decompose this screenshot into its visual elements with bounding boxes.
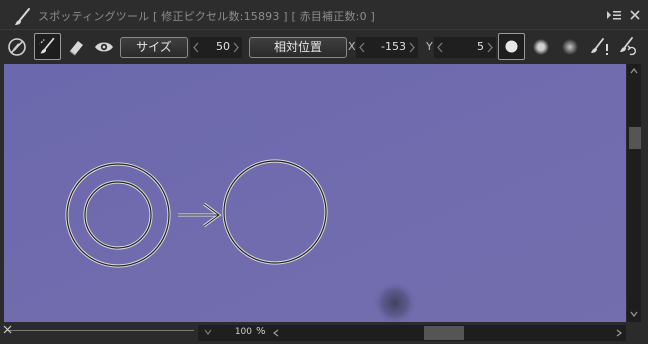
y-increase-icon[interactable] [486, 41, 494, 54]
red-eye-value: 0 [359, 10, 367, 23]
menu-icon[interactable] [606, 8, 622, 22]
horizontal-scroll-thumb[interactable] [424, 326, 464, 340]
x-increase-icon[interactable] [408, 41, 416, 54]
soft-brush-icon[interactable] [558, 35, 582, 59]
close-icon[interactable] [628, 8, 642, 22]
title-bar: スポッティングツール [ 修正ピクセル数:15893 ] [ 赤目補正数:0 ] [0, 0, 648, 30]
size-field[interactable]: 50 [190, 37, 242, 58]
toolbar: サイズ 50 相対位置 X -153 Y 5 [0, 31, 648, 64]
spot-brush-icon[interactable] [34, 33, 61, 60]
window-title: スポッティングツール [ 修正ピクセル数:15893 ] [ 赤目補正数:0 ] [38, 10, 375, 23]
relative-position-button[interactable]: 相対位置 [249, 37, 347, 58]
no-brush-icon[interactable] [5, 35, 29, 59]
warning-brush-icon[interactable] [588, 35, 612, 59]
undo-brush-icon[interactable] [616, 35, 640, 59]
y-field[interactable]: 5 [434, 37, 496, 58]
y-decrease-icon[interactable] [436, 41, 444, 54]
size-increase-icon[interactable] [232, 41, 240, 54]
zoom-slider-handle[interactable] [3, 325, 12, 334]
brush-icon [15, 8, 30, 25]
scroll-right-icon[interactable] [616, 329, 622, 337]
horizontal-scrollbar[interactable] [270, 325, 626, 341]
x-field[interactable]: -153 [356, 37, 418, 58]
canvas-overlay [4, 64, 626, 322]
image-canvas[interactable] [4, 64, 626, 322]
zoom-value[interactable]: 100 [226, 327, 252, 337]
scroll-down-icon[interactable] [630, 311, 638, 317]
size-button[interactable]: サイズ [120, 37, 188, 58]
zoom-unit: % [256, 326, 266, 337]
x-decrease-icon[interactable] [358, 41, 366, 54]
vertical-scroll-thumb[interactable] [629, 127, 641, 149]
medium-brush-icon[interactable] [529, 35, 553, 59]
scroll-up-icon[interactable] [630, 68, 638, 74]
modified-pixels-value: 15893 [243, 10, 280, 23]
hard-brush-icon[interactable] [498, 33, 525, 60]
scroll-left-icon[interactable] [273, 329, 279, 337]
y-value[interactable]: 5 [446, 40, 484, 53]
x-label: X [348, 40, 356, 53]
size-value[interactable]: 50 [202, 40, 230, 53]
red-eye-label: 赤目補正数 [299, 10, 356, 23]
x-value[interactable]: -153 [368, 40, 406, 53]
modified-pixels-label: 修正ピクセル数 [161, 10, 240, 23]
y-label: Y [426, 40, 433, 53]
zoom-slider-track[interactable] [6, 330, 194, 331]
vertical-scrollbar[interactable] [627, 64, 641, 322]
zoom-dropdown-icon[interactable] [203, 328, 213, 336]
eraser-icon[interactable] [64, 35, 88, 59]
tool-name: スポッティングツール [38, 10, 150, 23]
bottom-bar: 100 % [0, 322, 648, 344]
size-decrease-icon[interactable] [192, 41, 200, 54]
eye-icon[interactable] [92, 35, 116, 59]
